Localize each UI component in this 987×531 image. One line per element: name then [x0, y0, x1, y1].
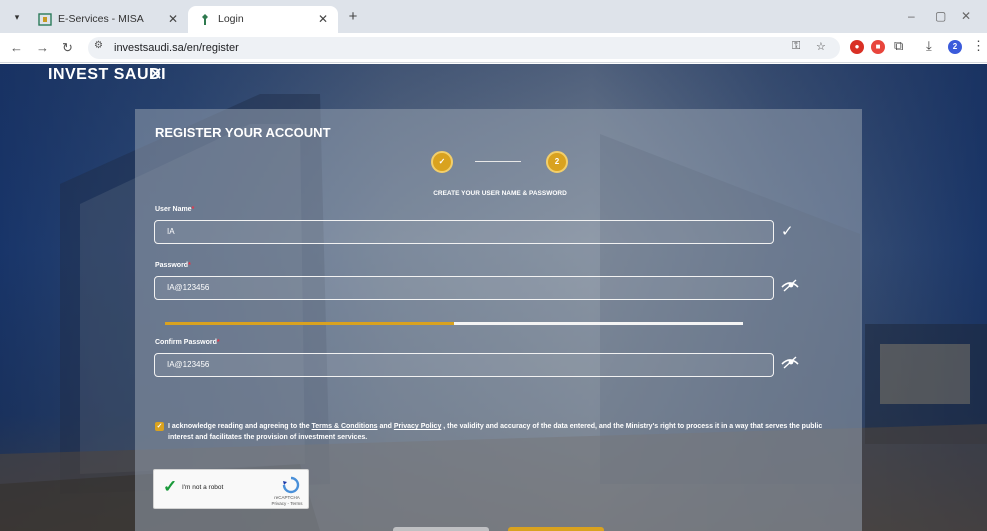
- tab-login[interactable]: Login ✕: [188, 6, 338, 33]
- register-page: INVEST SAUDI ✕ REGISTER YOUR ACCOUNT ✓ 2…: [0, 64, 987, 531]
- step-connector: [475, 161, 521, 162]
- consent-text-and: and: [377, 423, 394, 430]
- required-mark: *: [191, 206, 195, 213]
- consent-text-before: I acknowledge reading and agreeing to th…: [168, 423, 312, 430]
- new-tab-button[interactable]: +: [344, 9, 362, 27]
- toggle-confirm-visibility-icon[interactable]: [781, 355, 799, 373]
- download-icon[interactable]: ⤓: [926, 38, 932, 54]
- password-label: Password*: [155, 262, 191, 269]
- recaptcha-check-icon[interactable]: ✓: [163, 477, 177, 497]
- form-title: REGISTER YOUR ACCOUNT: [155, 125, 331, 140]
- invest-saudi-mark-icon: ✕: [148, 64, 164, 84]
- profile-avatar[interactable]: 2: [948, 40, 962, 54]
- bookmark-star-icon[interactable]: ☆: [816, 40, 826, 53]
- maximize-button[interactable]: ▢: [935, 9, 946, 23]
- recaptcha-links[interactable]: Privacy - Terms: [270, 501, 304, 507]
- password-label-text: Password: [155, 262, 189, 269]
- tab-title: E-Services - MISA: [58, 13, 144, 25]
- consent-text: I acknowledge reading and agreeing to th…: [155, 421, 845, 443]
- terms-link[interactable]: Terms & Conditions: [312, 423, 378, 430]
- required-mark: *: [188, 262, 191, 269]
- step-2-current-indicator: 2: [546, 151, 568, 173]
- forward-arrow-icon[interactable]: →: [36, 40, 49, 56]
- password-strength-bar: [165, 322, 743, 325]
- recaptcha-brand: reCAPTCHA Privacy - Terms: [270, 495, 304, 507]
- tab-eservices-misa[interactable]: E-Services - MISA ✕: [28, 6, 188, 33]
- privacy-policy-link[interactable]: Privacy Policy: [394, 423, 441, 430]
- toggle-password-visibility-icon[interactable]: [781, 278, 799, 296]
- step-1-done-indicator: ✓: [431, 151, 453, 173]
- recaptcha-logo-icon: [280, 476, 302, 496]
- username-label-text: User Name: [155, 206, 192, 213]
- back-button[interactable]: [393, 527, 489, 531]
- confirm-password-label-text: Confirm Password: [155, 339, 217, 346]
- close-window-button[interactable]: ✕: [961, 9, 971, 23]
- misa-icon: [198, 13, 212, 26]
- extensions-puzzle-icon[interactable]: ⧉: [894, 38, 903, 54]
- extension-red-icon[interactable]: ●: [850, 40, 864, 54]
- recaptcha-label: I'm not a robot: [182, 484, 224, 491]
- back-arrow-icon[interactable]: ←: [10, 40, 23, 56]
- reload-icon[interactable]: ↻: [62, 40, 73, 56]
- browser-tabstrip: ▾ E-Services - MISA ✕ Login ✕ + – ▢ ✕: [0, 0, 987, 33]
- close-tab-icon[interactable]: ✕: [168, 6, 178, 33]
- tab-title: Login: [218, 13, 244, 25]
- minimize-button[interactable]: –: [908, 9, 915, 23]
- register-form-panel: REGISTER YOUR ACCOUNT ✓ 2 CREATE YOUR US…: [135, 109, 862, 531]
- recaptcha-widget[interactable]: ✓ I'm not a robot reCAPTCHA Privacy - Te…: [153, 469, 309, 509]
- confirm-password-label: Confirm Password*: [155, 339, 220, 346]
- browser-toolbar: ← → ↻ ⚙ investsaudi.sa/en/register ⚿ ☆: [0, 33, 987, 63]
- consent-block: ✓ I acknowledge reading and agreeing to …: [155, 421, 845, 443]
- password-strength-fill: [165, 322, 454, 325]
- address-bar[interactable]: ⚙ investsaudi.sa/en/register ⚿ ☆: [88, 37, 840, 59]
- username-label: User Name*: [155, 206, 194, 213]
- submit-button[interactable]: [508, 527, 604, 531]
- valid-check-icon: ✓: [781, 223, 794, 240]
- required-mark: *: [216, 339, 220, 346]
- extension-stop-icon[interactable]: ■: [871, 40, 885, 54]
- misa-icon: [38, 13, 52, 26]
- tab-search-button[interactable]: ▾: [8, 8, 26, 26]
- site-info-icon[interactable]: ⚙: [94, 40, 103, 51]
- step-caption: CREATE YOUR USER NAME & PASSWORD: [433, 190, 567, 197]
- password-input[interactable]: IA@123456: [154, 276, 774, 300]
- username-input[interactable]: IA: [154, 220, 774, 244]
- browser-menu-icon[interactable]: ⋮: [972, 38, 985, 54]
- password-key-icon[interactable]: ⚿: [792, 40, 800, 53]
- confirm-password-input[interactable]: IA@123456: [154, 353, 774, 377]
- close-tab-icon[interactable]: ✕: [318, 6, 328, 33]
- url-text[interactable]: investsaudi.sa/en/register: [114, 37, 239, 59]
- consent-checkbox[interactable]: ✓: [155, 422, 164, 431]
